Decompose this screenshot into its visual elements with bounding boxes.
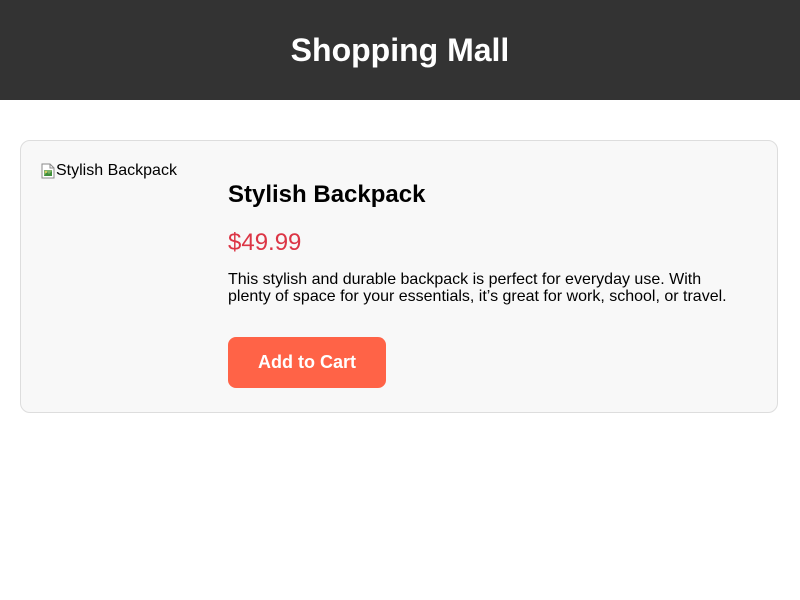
broken-image-icon bbox=[41, 163, 55, 179]
product-image-alt: Stylish Backpack bbox=[56, 162, 177, 179]
site-header: Shopping Mall bbox=[0, 0, 800, 100]
site-title: Shopping Mall bbox=[290, 32, 510, 68]
product-info: Stylish Backpack $49.99 This stylish and… bbox=[228, 181, 748, 388]
add-to-cart-button[interactable]: Add to Cart bbox=[228, 337, 386, 388]
product-description: This stylish and durable backpack is per… bbox=[228, 271, 727, 305]
product-image: Stylish Backpack bbox=[41, 161, 177, 181]
product-name: Stylish Backpack bbox=[228, 181, 426, 208]
product-price: $49.99 bbox=[228, 229, 302, 256]
product-card: Stylish Backpack Stylish Backpack $49.99… bbox=[20, 140, 778, 413]
